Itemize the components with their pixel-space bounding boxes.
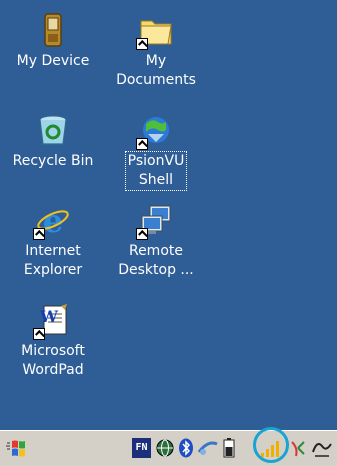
desktop: My Device My Documents Recycle Bin Psion… <box>0 0 337 430</box>
pda-device-icon <box>35 12 71 48</box>
desktop-icon-label: Remote Desktop ... <box>118 243 194 278</box>
shortcut-arrow-icon <box>136 138 148 150</box>
network-globe-icon[interactable] <box>155 438 175 458</box>
folder-icon <box>136 12 174 50</box>
input-panel-icon[interactable] <box>311 438 333 458</box>
desktop-icon-label: Recycle Bin <box>12 153 94 169</box>
start-button[interactable] <box>4 435 38 462</box>
psionvu-shell-icon <box>136 112 174 150</box>
internet-explorer-icon: e <box>33 202 71 240</box>
desktop-icon-psionvu-shell[interactable]: PsionVU Shell <box>108 112 204 191</box>
connectivity-icon[interactable] <box>197 438 219 458</box>
wordpad-icon: W <box>33 302 71 340</box>
shortcut-arrow-icon <box>33 228 45 240</box>
desktop-icon-label: PsionVU Shell <box>124 151 188 191</box>
remote-desktop-icon <box>136 202 174 240</box>
shortcut-arrow-icon <box>33 328 45 340</box>
desktop-icon-my-documents[interactable]: My Documents <box>108 12 204 90</box>
battery-icon[interactable] <box>223 438 235 458</box>
shortcut-arrow-icon <box>136 228 148 240</box>
desktop-icon-my-device[interactable]: My Device <box>5 12 101 71</box>
desktop-icon-wordpad[interactable]: W Microsoft WordPad <box>5 302 101 380</box>
svg-text:W: W <box>39 307 59 326</box>
desktop-icon-remote-desktop[interactable]: Remote Desktop ... <box>108 202 204 280</box>
desktop-icon-label: Microsoft WordPad <box>21 343 85 378</box>
windows-flag-icon <box>6 440 25 457</box>
fn-key-icon[interactable]: FN <box>132 438 151 458</box>
desktop-icon-recycle-bin[interactable]: Recycle Bin <box>5 112 101 171</box>
wireless-status-icon[interactable] <box>290 438 308 458</box>
highlight-circle <box>253 427 289 463</box>
shortcut-arrow-icon <box>136 38 148 50</box>
fn-key-label: FN <box>135 442 148 453</box>
bluetooth-icon[interactable] <box>178 438 194 458</box>
svg-text:e: e <box>43 202 63 238</box>
desktop-icon-internet-explorer[interactable]: e Internet Explorer <box>5 202 101 280</box>
desktop-icon-label: My Documents <box>116 53 196 88</box>
recycle-bin-icon <box>35 112 71 148</box>
desktop-icon-label: My Device <box>16 53 90 69</box>
desktop-icon-label: Internet Explorer <box>23 243 83 278</box>
